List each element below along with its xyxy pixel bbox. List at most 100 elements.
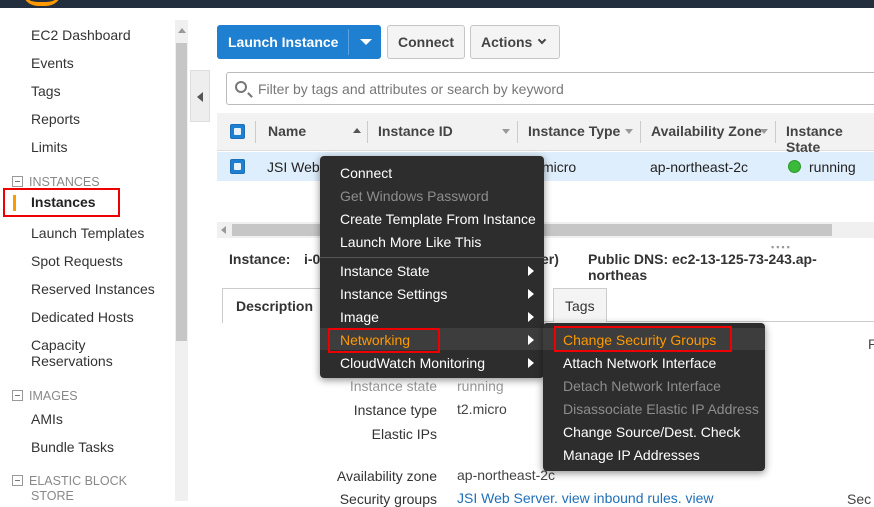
- section-label: IMAGES: [29, 389, 78, 403]
- menu-item-create-template[interactable]: Create Template From Instance: [340, 211, 536, 227]
- table-row[interactable]: JSI Web micro ap-northeast-2c running: [217, 152, 874, 181]
- instance-label: Instance:: [229, 251, 291, 267]
- sidebar-item-reports[interactable]: Reports: [31, 111, 80, 127]
- column-header-name[interactable]: Name: [268, 123, 306, 139]
- row-checkbox[interactable]: [230, 159, 245, 174]
- menu-item-manage-ip-addresses[interactable]: Manage IP Addresses: [563, 447, 700, 463]
- scroll-up-arrow-icon[interactable]: [178, 28, 186, 33]
- menu-item-image[interactable]: Image: [340, 309, 379, 325]
- sidebar-item-capacity-reservations[interactable]: Capacity: [31, 337, 85, 353]
- sidebar-item-spot-requests[interactable]: Spot Requests: [31, 253, 123, 269]
- filter-search-bar[interactable]: Filter by tags and attributes or search …: [226, 72, 874, 105]
- column-divider: [517, 121, 518, 143]
- sidebar-item-reserved-instances[interactable]: Reserved Instances: [31, 281, 155, 297]
- annotation-highlight-networking: [328, 328, 440, 353]
- sort-icon[interactable]: [502, 129, 510, 134]
- sidebar-item-tags[interactable]: Tags: [31, 83, 61, 99]
- scrollbar-thumb[interactable]: [176, 43, 187, 341]
- menu-item-cloudwatch-monitoring[interactable]: CloudWatch Monitoring: [340, 355, 485, 371]
- section-label-line2: STORE: [31, 489, 74, 501]
- menu-item-connect[interactable]: Connect: [340, 165, 392, 181]
- sidebar-scrollbar[interactable]: [175, 20, 188, 501]
- column-header-availability-zone[interactable]: Availability Zone: [651, 123, 762, 139]
- section-label: INSTANCES: [29, 175, 100, 189]
- launch-instance-button[interactable]: Launch Instance: [217, 25, 381, 59]
- field-label-truncated: Sec: [847, 491, 872, 507]
- sidebar-item-capacity-reservations-line2[interactable]: Reservations: [31, 353, 113, 369]
- collapse-icon[interactable]: [12, 390, 23, 401]
- field-label: Instance state: [349, 378, 437, 394]
- tab-tags[interactable]: Tags: [553, 288, 607, 322]
- sidebar-section-ebs[interactable]: ELASTIC BLOCK: [12, 474, 127, 488]
- sidebar-item-amis[interactable]: AMIs: [31, 411, 63, 427]
- section-label: ELASTIC BLOCK: [29, 474, 127, 488]
- sidebar-item-label: Instances: [31, 194, 96, 210]
- sidebar-item-bundle-tasks[interactable]: Bundle Tasks: [31, 439, 114, 455]
- aws-logo[interactable]: [22, 0, 62, 6]
- field-value: running: [457, 378, 504, 394]
- collapse-icon[interactable]: [12, 475, 23, 486]
- scroll-left-arrow-icon[interactable]: [221, 226, 226, 234]
- connect-button[interactable]: Connect: [387, 25, 465, 59]
- field-label: Availability zone: [336, 468, 437, 484]
- column-divider: [367, 121, 368, 143]
- submenu-arrow-icon: [528, 358, 534, 368]
- sidebar-item-dedicated-hosts[interactable]: Dedicated Hosts: [31, 309, 134, 325]
- chevron-down-icon: [537, 35, 547, 45]
- column-divider: [775, 121, 776, 143]
- column-header-instance-type[interactable]: Instance Type: [528, 123, 620, 139]
- menu-item-attach-network-interface[interactable]: Attach Network Interface: [563, 355, 716, 371]
- column-divider: [255, 121, 256, 143]
- cell-instance-state: running: [809, 159, 856, 175]
- tab-description[interactable]: Description: [222, 288, 328, 323]
- field-label: Security groups: [339, 491, 437, 507]
- public-dns: Public DNS: ec2-13-125-73-243.ap-northea…: [588, 251, 817, 283]
- chevron-left-icon: [197, 92, 203, 102]
- tab-label: Description: [236, 298, 314, 314]
- field-value: t2.micro: [457, 401, 507, 417]
- submenu-arrow-icon: [528, 266, 534, 276]
- button-label: Actions: [481, 34, 533, 50]
- field-label: Elastic IPs: [371, 426, 437, 442]
- security-groups-link[interactable]: JSI Web Server. view inbound rules. view: [457, 490, 714, 506]
- menu-item-instance-settings[interactable]: Instance Settings: [340, 286, 447, 302]
- submenu-arrow-icon: [528, 335, 534, 345]
- sidebar-item-launch-templates[interactable]: Launch Templates: [31, 225, 144, 241]
- status-running-icon: [788, 160, 801, 173]
- instance-id-value: i-0: [304, 251, 321, 267]
- column-divider: [640, 121, 641, 143]
- actions-button[interactable]: Actions: [470, 25, 560, 59]
- menu-item-launch-more-like-this[interactable]: Launch More Like This: [340, 234, 481, 250]
- submenu-arrow-icon: [528, 289, 534, 299]
- column-header-instance-state[interactable]: Instance State: [786, 123, 874, 155]
- menu-item-change-source-dest-check[interactable]: Change Source/Dest. Check: [563, 424, 740, 440]
- sort-asc-icon[interactable]: [353, 128, 361, 133]
- active-indicator: [13, 195, 16, 211]
- sidebar-section-instances[interactable]: INSTANCES: [12, 175, 100, 189]
- menu-item-detach-network-interface: Detach Network Interface: [563, 378, 721, 394]
- collapse-sidebar-button[interactable]: [190, 70, 210, 122]
- collapse-icon[interactable]: [12, 176, 23, 187]
- menu-item-instance-state[interactable]: Instance State: [340, 263, 430, 279]
- field-value: ap-northeast-2c: [457, 467, 556, 483]
- button-label: Launch Instance: [228, 34, 339, 50]
- sidebar-item-instances[interactable]: Instances: [3, 188, 120, 217]
- cell-instance-type: micro: [542, 159, 577, 175]
- sort-icon[interactable]: [760, 129, 768, 134]
- sort-icon[interactable]: [625, 129, 633, 134]
- divider: [348, 29, 349, 55]
- menu-item-get-windows-password: Get Windows Password: [340, 188, 489, 204]
- sidebar-section-images[interactable]: IMAGES: [12, 389, 78, 403]
- column-header-instance-id[interactable]: Instance ID: [378, 123, 453, 139]
- submenu-arrow-icon: [528, 312, 534, 322]
- top-nav-bar: [0, 0, 874, 8]
- sidebar-item-limits[interactable]: Limits: [31, 139, 68, 155]
- menu-item-disassociate-elastic-ip: Disassociate Elastic IP Address: [563, 401, 759, 417]
- button-label: Connect: [398, 34, 454, 50]
- field-label-truncated: P: [868, 336, 874, 352]
- caret-down-icon[interactable]: [360, 39, 372, 45]
- sidebar-item-events[interactable]: Events: [31, 55, 74, 71]
- sidebar-item-ec2-dashboard[interactable]: EC2 Dashboard: [31, 27, 131, 43]
- table-horizontal-scrollbar[interactable]: [217, 222, 874, 238]
- select-all-checkbox[interactable]: [230, 124, 245, 139]
